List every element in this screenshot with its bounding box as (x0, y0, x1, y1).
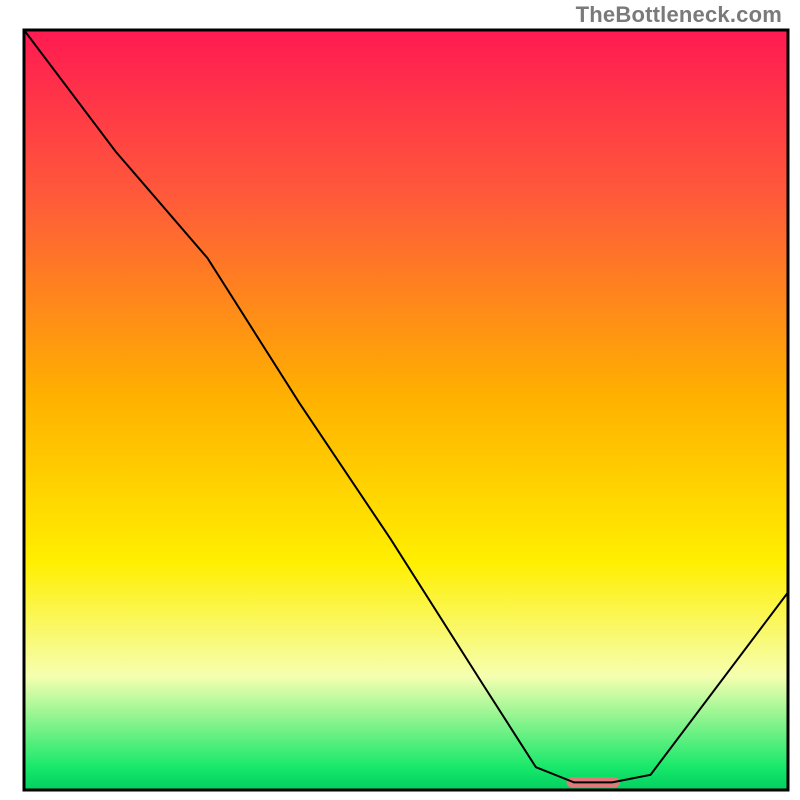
plot-background (24, 30, 788, 790)
bottleneck-chart (0, 0, 800, 800)
chart-container: TheBottleneck.com (0, 0, 800, 800)
plot-area (24, 30, 788, 790)
